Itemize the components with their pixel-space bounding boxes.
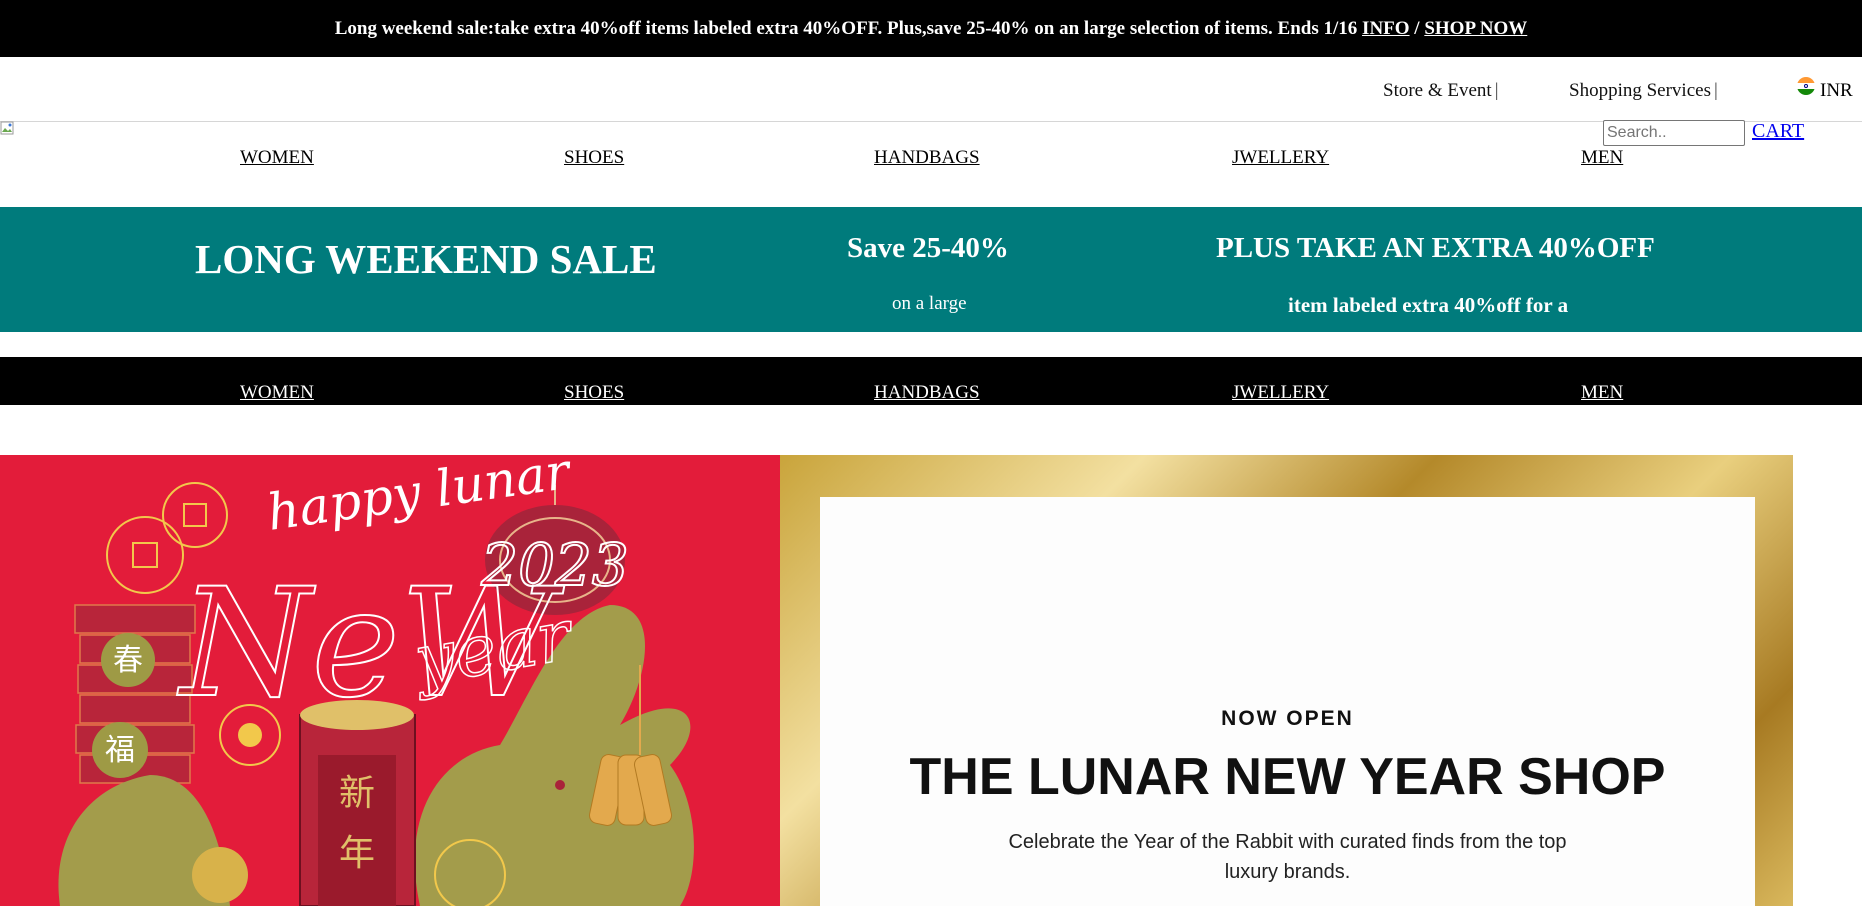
sale-title: LONG WEEKEND SALE bbox=[195, 236, 657, 282]
search-input[interactable] bbox=[1603, 120, 1745, 146]
sale-banner: LONG WEEKEND SALE Save 25-40% on a large… bbox=[0, 207, 1862, 332]
nav2-women[interactable]: WOMEN bbox=[240, 382, 314, 404]
utility-separator: | bbox=[1494, 80, 1499, 101]
rabbit-illustration-icon: 春 福 新 年 happy lunar NeW year 2023 bbox=[58, 455, 694, 906]
nav2-jwellery[interactable]: JWELLERY bbox=[1232, 382, 1329, 404]
nav-women[interactable]: WOMEN bbox=[240, 147, 314, 169]
lunar-new-year-artwork: 春 福 新 年 happy lunar NeW year 2023 bbox=[0, 455, 780, 906]
nav-handbags[interactable]: HANDBAGS bbox=[874, 147, 980, 169]
utility-separator: | bbox=[1713, 80, 1718, 101]
promo-text: Long weekend sale:take extra 40%off item… bbox=[334, 17, 1358, 39]
hero-title: THE LUNAR NEW YEAR SHOP bbox=[909, 748, 1666, 806]
svg-text:新: 新 bbox=[339, 773, 375, 814]
nav2-men[interactable]: MEN bbox=[1581, 382, 1623, 404]
utility-bar: Store & Event | Shopping Services | bbox=[0, 57, 1862, 122]
hero-gold-panel: NOW OPEN THE LUNAR NEW YEAR SHOP Celebra… bbox=[780, 455, 1793, 906]
shopping-services-label: Shopping Services bbox=[1569, 80, 1711, 101]
shop-now-link[interactable]: SHOP NOW bbox=[1424, 18, 1527, 40]
nav-men[interactable]: MEN bbox=[1581, 147, 1623, 169]
store-event-label: Store & Event bbox=[1383, 80, 1492, 101]
svg-text:春: 春 bbox=[113, 643, 143, 678]
promo-separator: / bbox=[1414, 17, 1420, 39]
promo-bar: Long weekend sale:take extra 40%off item… bbox=[0, 0, 1862, 57]
nav2-handbags[interactable]: HANDBAGS bbox=[874, 382, 980, 404]
nav-jwellery[interactable]: JWELLERY bbox=[1232, 147, 1329, 169]
sale-extra-subtext: item labeled extra 40%off for a bbox=[1288, 293, 1569, 317]
hero-eyebrow: NOW OPEN bbox=[1221, 707, 1354, 730]
cart-link[interactable]: CART bbox=[1752, 120, 1804, 143]
svg-text:福: 福 bbox=[105, 733, 135, 768]
sale-extra-text: PLUS TAKE AN EXTRA 40%OFF bbox=[1216, 232, 1655, 264]
sale-save-subtext: on a large bbox=[892, 293, 967, 314]
hero-card: NOW OPEN THE LUNAR NEW YEAR SHOP Celebra… bbox=[820, 497, 1755, 906]
shopping-services-link[interactable]: Shopping Services | bbox=[1569, 80, 1718, 102]
currency-selector[interactable]: INR bbox=[1820, 80, 1853, 102]
hero-description: Celebrate the Year of the Rabbit with cu… bbox=[1008, 831, 1567, 883]
info-link[interactable]: INFO bbox=[1362, 18, 1410, 40]
svg-text:年: 年 bbox=[339, 833, 375, 874]
hero-banner[interactable]: 春 福 新 年 happy lunar NeW year 2023 NOW OP… bbox=[0, 455, 1793, 906]
broken-image-icon bbox=[0, 121, 14, 135]
nav-shoes[interactable]: SHOES bbox=[564, 147, 624, 169]
secondary-nav: WOMEN SHOES HANDBAGS JWELLERY MEN bbox=[0, 357, 1862, 405]
india-flag-icon[interactable] bbox=[1797, 77, 1815, 95]
hero-art-year: 2023 bbox=[480, 531, 629, 599]
sale-save-text: Save 25-40% bbox=[847, 232, 1009, 264]
nav2-shoes[interactable]: SHOES bbox=[564, 382, 624, 404]
store-event-link[interactable]: Store & Event | bbox=[1383, 80, 1499, 102]
